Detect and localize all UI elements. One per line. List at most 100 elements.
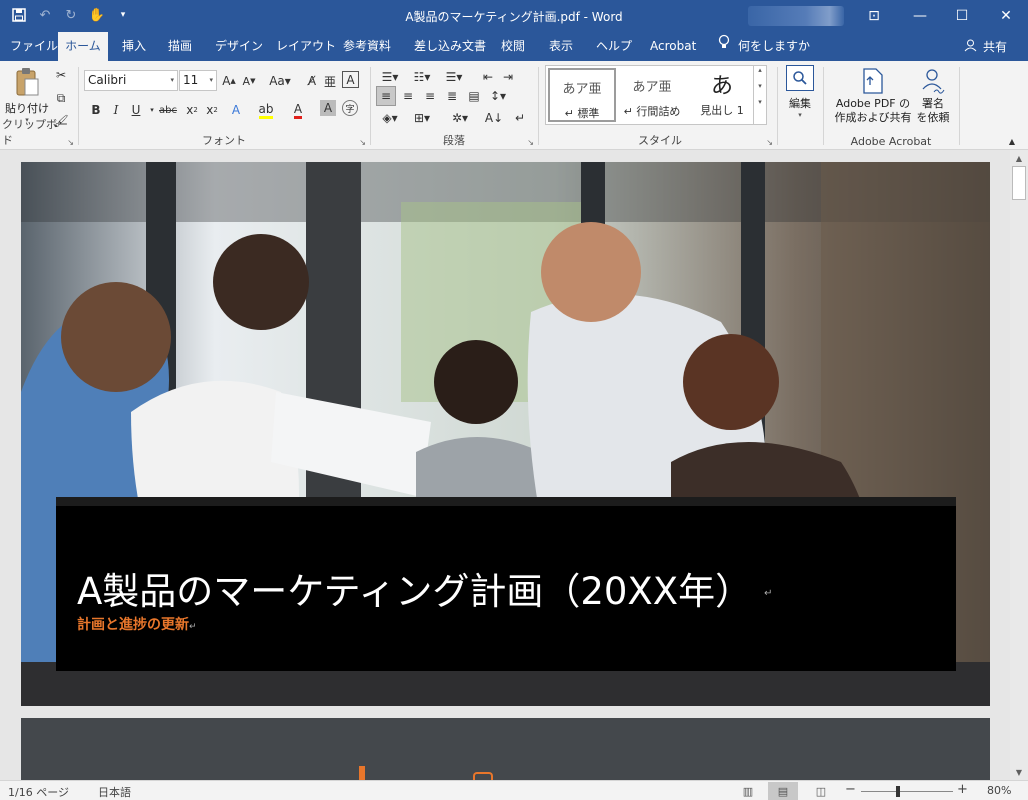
tab-mailings[interactable]: 差し込み文書 <box>414 32 486 61</box>
tab-references[interactable]: 参考資料 <box>343 32 391 61</box>
shrink-font-icon[interactable]: A ▼ <box>239 71 259 91</box>
subscript-icon[interactable]: x2 <box>182 100 202 120</box>
tab-file[interactable]: ファイル <box>10 32 58 61</box>
minimize-button[interactable]: — <box>897 0 943 32</box>
tab-home[interactable]: ホーム <box>58 32 108 61</box>
cut-icon[interactable]: ✂ <box>51 65 71 85</box>
copy-icon[interactable]: ⧉ <box>51 88 71 108</box>
character-border-icon[interactable]: A <box>342 71 359 88</box>
close-button[interactable]: ✕ <box>983 0 1028 32</box>
create-pdf-button[interactable]: Adobe PDF の 作成および共有 <box>833 67 913 125</box>
align-left-icon[interactable]: ≡ <box>376 86 396 106</box>
tab-help[interactable]: ヘルプ <box>596 32 632 61</box>
acrobat-group: Adobe PDF の 作成および共有 署名 を依頼 Adobe Acrobat <box>825 61 957 150</box>
clipboard-icon <box>14 67 40 100</box>
styles-launcher-icon[interactable]: ↘ <box>766 138 773 147</box>
search-icon <box>786 65 814 91</box>
grow-font-icon[interactable]: A ▲ <box>219 71 239 91</box>
highlight-icon[interactable]: ab <box>256 100 276 120</box>
print-layout-icon[interactable]: ▤ <box>768 782 798 800</box>
zoom-in-button[interactable]: + <box>957 782 968 797</box>
chevron-down-icon: ▾ <box>170 76 174 84</box>
title-bar: ↶ ↻ ✋ ▾ A製品のマーケティング計画.pdf - Word ⊡ — ☐ ✕ <box>0 0 1028 32</box>
enclose-characters-icon[interactable]: 字 <box>342 100 358 116</box>
asian-layout-icon[interactable]: ✲▾ <box>446 108 474 128</box>
document-page-1[interactable]: A製品のマーケティング計画（20XX年） ↵ 計画と進捗の更新↵ <box>21 162 990 706</box>
tab-design[interactable]: デザイン <box>215 32 263 61</box>
ribbon-display-options-icon[interactable]: ⊡ <box>851 0 897 32</box>
font-color-icon[interactable]: A <box>288 100 308 120</box>
title-block: A製品のマーケティング計画（20XX年） ↵ 計画と進捗の更新↵ <box>56 497 956 671</box>
font-launcher-icon[interactable]: ↘ <box>359 138 366 147</box>
zoom-slider-thumb[interactable] <box>896 786 900 797</box>
collapse-ribbon-icon[interactable]: ▲ <box>1002 131 1022 151</box>
maximize-button[interactable]: ☐ <box>939 0 985 32</box>
shading-icon[interactable]: ◈▾ <box>376 108 404 128</box>
borders-icon[interactable]: ⊞▾ <box>408 108 436 128</box>
tab-draw[interactable]: 描画 <box>168 32 192 61</box>
zoom-level[interactable]: 80% <box>987 784 1011 797</box>
align-center-icon[interactable]: ≡ <box>398 86 418 106</box>
sign-label-1: 署名 <box>922 97 944 110</box>
scroll-up-icon[interactable]: ▲ <box>1010 150 1028 166</box>
character-shading-icon[interactable]: A <box>320 100 336 116</box>
paragraph-group: ☰▾ ☷▾ ☰▾ ⇤ ⇥ ≡ ≡ ≡ ≣ ▤ ↕▾ ◈▾ ⊞▾ ✲▾ A↓ ↵ … <box>372 61 536 150</box>
scroll-thumb[interactable] <box>1012 166 1026 200</box>
clear-formatting-icon[interactable]: A̸ <box>302 71 322 91</box>
tab-view[interactable]: 表示 <box>549 32 573 61</box>
font-size-combo[interactable]: 11 ▾ <box>179 70 217 91</box>
vertical-scrollbar[interactable]: ▲ ▼ <box>1010 150 1028 780</box>
increase-indent-icon[interactable]: ⇥ <box>498 67 518 87</box>
paragraph-group-label: 段落 <box>443 134 465 147</box>
tab-review[interactable]: 校閲 <box>501 32 525 61</box>
decrease-indent-icon[interactable]: ⇤ <box>478 67 498 87</box>
superscript-icon[interactable]: x2 <box>202 100 222 120</box>
paragraph-launcher-icon[interactable]: ↘ <box>527 138 534 147</box>
font-size-value: 11 <box>183 73 199 87</box>
zoom-slider-track[interactable] <box>861 791 953 792</box>
document-area[interactable]: A製品のマーケティング計画（20XX年） ↵ 計画と進捗の更新↵ <box>0 150 1028 788</box>
document-page-2[interactable] <box>21 718 990 788</box>
multilevel-list-icon[interactable]: ☰▾ <box>440 67 468 87</box>
font-name-value: Calibri <box>88 73 127 87</box>
clipboard-launcher-icon[interactable]: ↘ <box>67 138 74 147</box>
tab-acrobat[interactable]: Acrobat <box>650 32 696 61</box>
bold-icon[interactable]: B <box>86 100 106 120</box>
clipboard-group-label: クリップボード <box>2 118 68 147</box>
justify-icon[interactable]: ≣ <box>442 86 462 106</box>
account-name-blurred[interactable] <box>748 6 844 26</box>
document-subtitle[interactable]: 計画と進捗の更新↵ <box>77 614 197 634</box>
document-title[interactable]: A製品のマーケティング計画（20XX年） ↵ <box>77 561 773 615</box>
phonetic-guide-icon[interactable]: 亜 <box>320 71 340 91</box>
editing-button[interactable]: 編集 ▾ <box>784 65 816 119</box>
sign-label-2: を依頼 <box>916 111 950 124</box>
tab-layout[interactable]: レイアウト <box>276 32 336 61</box>
numbering-icon[interactable]: ☷▾ <box>408 67 436 87</box>
request-signature-button[interactable]: 署名 を依頼 <box>915 67 951 125</box>
italic-icon[interactable]: I <box>106 100 126 120</box>
sort-icon[interactable]: A↓ <box>484 108 504 128</box>
font-name-combo[interactable]: Calibri ▾ <box>84 70 178 91</box>
tab-insert[interactable]: 挿入 <box>122 32 146 61</box>
distributed-icon[interactable]: ▤ <box>464 86 484 106</box>
align-right-icon[interactable]: ≡ <box>420 86 440 106</box>
font-group-label: フォント <box>202 134 246 147</box>
chevron-down-icon: ▾ <box>798 111 802 119</box>
tell-me-label: 何をしますか <box>738 39 811 53</box>
separator <box>823 67 824 145</box>
show-marks-icon[interactable]: ↵ <box>510 108 530 128</box>
clipboard-group: 貼り付け ▾ ✂ ⧉ 🖌 クリップボード ↘ <box>0 61 76 150</box>
zoom-out-button[interactable]: − <box>845 782 856 797</box>
tell-me-box[interactable]: 何をしますか <box>718 32 810 61</box>
scroll-down-icon[interactable]: ▼ <box>1010 764 1028 780</box>
page-count[interactable]: 1/16 ページ <box>8 784 69 800</box>
share-button[interactable]: 共有 <box>964 32 1007 61</box>
read-mode-icon[interactable]: ▥ <box>733 782 763 800</box>
bullets-icon[interactable]: ☰▾ <box>376 67 404 87</box>
strikethrough-icon[interactable]: abc <box>156 100 180 120</box>
web-layout-icon[interactable]: ◫ <box>806 782 836 800</box>
language-indicator[interactable]: 日本語 <box>98 784 131 800</box>
change-case-icon[interactable]: Aa▾ <box>266 71 294 91</box>
text-effects-icon[interactable]: A <box>226 100 246 120</box>
line-spacing-icon[interactable]: ↕▾ <box>484 86 512 106</box>
